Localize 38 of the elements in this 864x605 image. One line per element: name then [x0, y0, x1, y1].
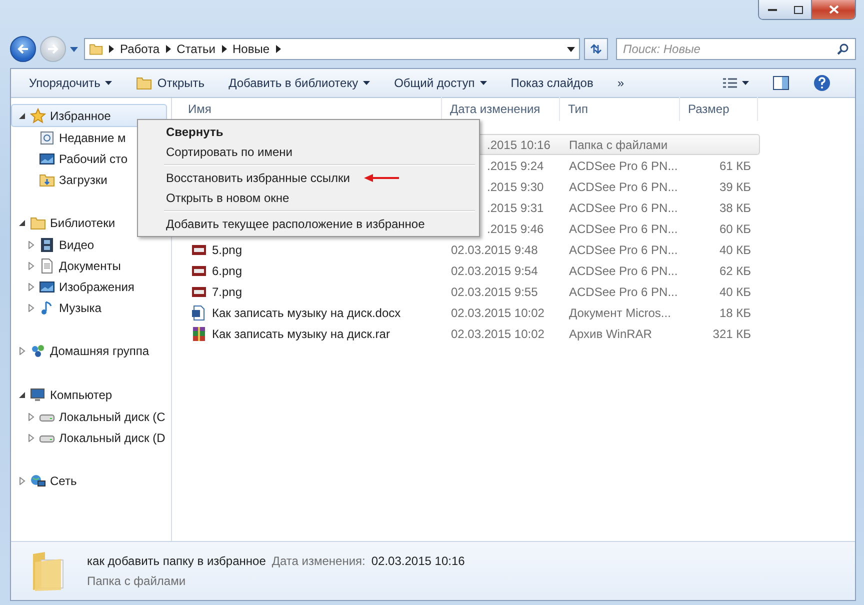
size-text: 321 КБ	[712, 326, 751, 340]
type-text: ACDSee Pro 6 PN...	[569, 158, 678, 172]
file-name: 5.png	[212, 242, 242, 256]
type-text: Архив WinRAR	[569, 326, 652, 340]
size-text: 40 КБ	[719, 284, 751, 298]
type-text: ACDSee Pro 6 PN...	[569, 284, 678, 298]
size-text: 18 КБ	[719, 306, 751, 320]
type-text: ACDSee Pro 6 PN...	[569, 200, 678, 214]
type-text: ACDSee Pro 6 PN...	[569, 180, 678, 194]
date-text: 02.03.2015 10:02	[451, 306, 544, 320]
date-text: 02.03.2015 9:54	[451, 264, 538, 278]
details-name: как добавить папку в избранное	[87, 554, 266, 568]
type-text: ACDSee Pro 6 PN...	[569, 242, 678, 256]
size-text: 62 КБ	[719, 264, 751, 278]
file-name: 7.png	[212, 284, 242, 298]
date-text: .2015 9:46	[487, 222, 544, 236]
file-name: Как записать музыку на диск.rar	[212, 326, 390, 340]
type-text: Папка с файлами	[569, 138, 668, 152]
size-text: 39 КБ	[719, 180, 751, 194]
date-text: .2015 9:31	[487, 200, 544, 214]
details-type: Папка с файлами	[87, 574, 187, 588]
file-name: 6.png	[212, 264, 242, 278]
size-text: 38 КБ	[719, 200, 751, 214]
type-text: ACDSee Pro 6 PN...	[569, 222, 678, 236]
date-text: .2015 10:16	[487, 138, 550, 152]
size-text: 60 КБ	[719, 222, 751, 236]
date-text: .2015 9:30	[487, 180, 544, 194]
type-text: Документ Micros...	[569, 306, 671, 320]
details-date: 02.03.2015 10:16	[371, 554, 465, 568]
date-text: .2015 9:24	[487, 158, 544, 172]
date-text: 02.03.2015 9:55	[451, 284, 538, 298]
date-text: 02.03.2015 10:02	[451, 326, 544, 340]
file-name: Как записать музыку на диск.docx	[212, 306, 401, 320]
type-text: ACDSee Pro 6 PN...	[569, 264, 678, 278]
details-date-label: Дата изменения:	[272, 554, 366, 568]
date-text: 02.03.2015 9:48	[451, 242, 538, 256]
size-text: 40 КБ	[719, 242, 751, 256]
size-text: 61 КБ	[719, 158, 751, 172]
